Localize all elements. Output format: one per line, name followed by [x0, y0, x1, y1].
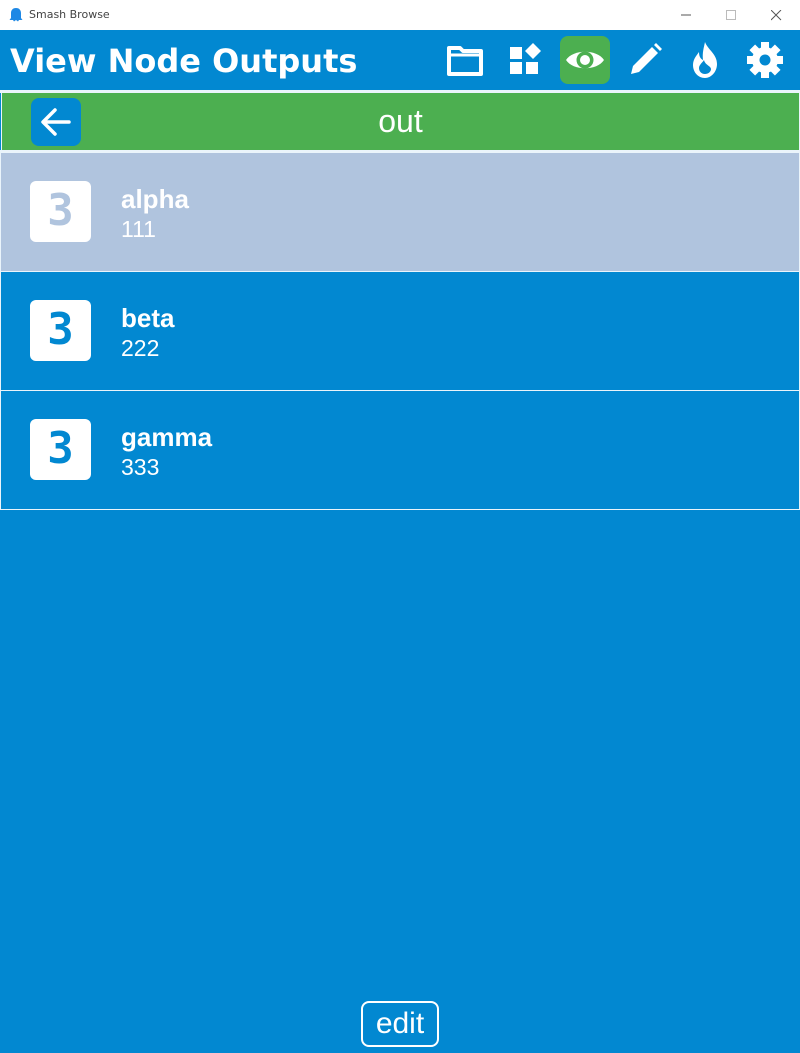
output-list: 3 alpha 111 3 beta 222 3 gamma 333	[0, 153, 800, 510]
list-item[interactable]: 3 beta 222	[0, 272, 800, 391]
app-ghost-icon	[9, 8, 23, 22]
minimize-icon	[681, 14, 691, 16]
back-button[interactable]	[31, 98, 81, 146]
page-title: View Node Outputs	[10, 42, 358, 80]
breadcrumb-bar: out	[1, 93, 800, 150]
folder-icon	[447, 46, 483, 76]
app-header: View Node Outputs	[0, 30, 800, 90]
widgets-button[interactable]	[500, 36, 550, 84]
type-badge: 3	[30, 181, 91, 242]
type-badge: 3	[30, 419, 91, 480]
flame-icon	[693, 42, 717, 78]
output-name: gamma	[121, 422, 213, 452]
type-badge-label: 3	[47, 423, 74, 474]
view-outputs-button[interactable]	[560, 36, 610, 84]
hot-button[interactable]	[680, 36, 730, 84]
edit-tool-button[interactable]	[620, 36, 670, 84]
breadcrumb-title: out	[378, 103, 423, 139]
minimize-button[interactable]	[664, 0, 709, 30]
output-value: 222	[121, 335, 160, 361]
output-name: alpha	[121, 184, 189, 214]
widgets-icon	[510, 43, 541, 74]
close-icon	[771, 10, 782, 21]
arrow-left-icon	[41, 108, 71, 136]
pencil-icon	[631, 43, 662, 74]
list-item[interactable]: 3 gamma 333	[0, 391, 800, 510]
output-name: beta	[121, 303, 175, 333]
eye-icon	[566, 51, 604, 69]
maximize-icon	[726, 10, 736, 20]
close-button[interactable]	[754, 0, 799, 30]
browse-button[interactable]	[440, 36, 490, 84]
type-badge-label: 3	[47, 185, 74, 236]
output-value: 333	[121, 454, 160, 480]
maximize-button[interactable]	[709, 0, 754, 30]
window-titlebar: Smash Browse	[0, 0, 800, 30]
window-title: Smash Browse	[29, 8, 110, 21]
edit-button[interactable]: edit	[361, 1001, 439, 1047]
list-item[interactable]: 3 alpha 111	[0, 153, 800, 272]
output-value: 111	[121, 216, 156, 242]
settings-button[interactable]	[740, 36, 790, 84]
type-badge: 3	[30, 300, 91, 361]
gear-icon	[747, 42, 783, 78]
type-badge-label: 3	[47, 304, 74, 355]
